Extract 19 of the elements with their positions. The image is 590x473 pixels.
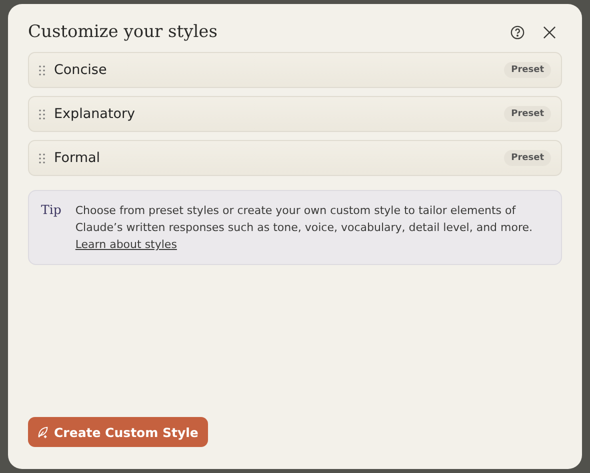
drag-handle-icon[interactable] bbox=[39, 152, 45, 164]
preset-badge: Preset bbox=[504, 150, 551, 166]
feather-icon bbox=[36, 426, 49, 438]
dialog-title: Customize your styles bbox=[28, 22, 218, 42]
create-style-button[interactable]: Create Custom Style bbox=[28, 417, 208, 447]
close-icon[interactable] bbox=[541, 24, 558, 40]
preset-badge: Preset bbox=[504, 106, 551, 122]
style-row[interactable]: Explanatory Preset bbox=[28, 96, 562, 132]
style-name: Explanatory bbox=[54, 106, 136, 122]
style-row[interactable]: Concise Preset bbox=[28, 52, 562, 88]
tip-text: Choose from preset styles or create your own custom style to tailor elements of Claude’s written responses such as tone, voice, vocabulary, detail level, and more. bbox=[75, 203, 534, 236]
preset-badge: Preset bbox=[504, 62, 551, 78]
style-name: Concise bbox=[54, 62, 108, 78]
learn-link[interactable]: Learn about styles bbox=[75, 236, 177, 253]
drag-handle-icon[interactable] bbox=[39, 64, 45, 76]
tip-label: Tip bbox=[41, 202, 62, 219]
style-name: Formal bbox=[54, 150, 102, 166]
style-row[interactable]: Formal Preset bbox=[28, 140, 562, 176]
drag-handle-icon[interactable] bbox=[39, 108, 45, 120]
